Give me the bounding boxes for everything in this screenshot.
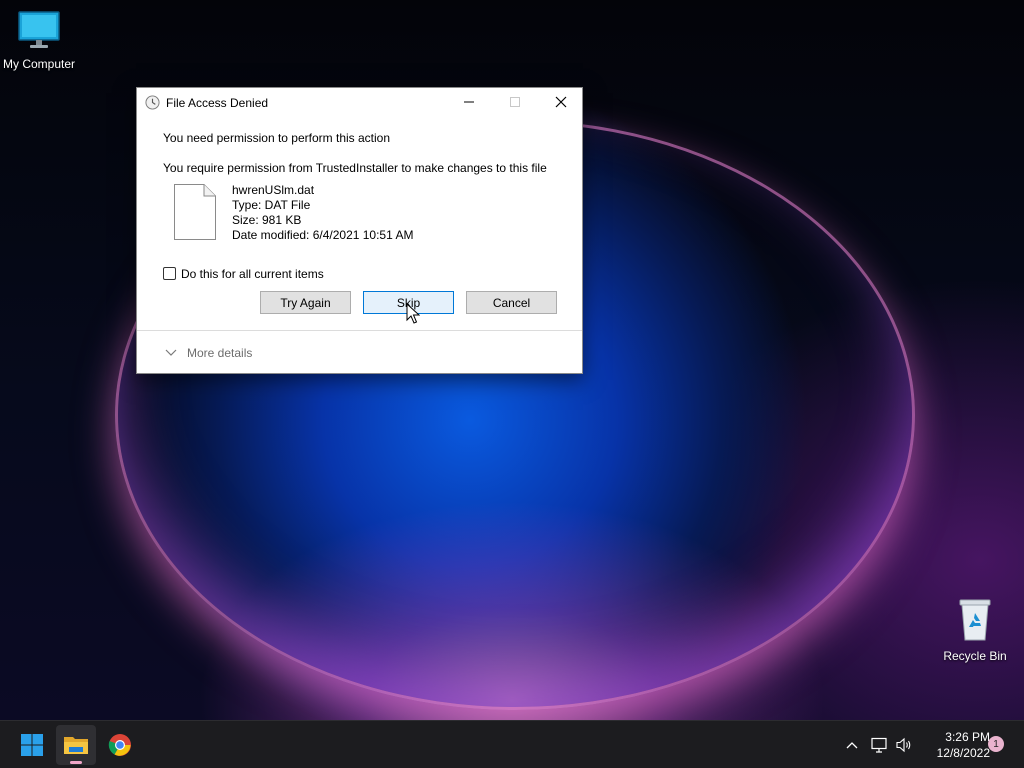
clock-icon: [145, 95, 160, 110]
file-size: Size: 981 KB: [232, 213, 302, 227]
file-name: hwrenUSlm.dat: [232, 183, 315, 197]
cancel-button[interactable]: Cancel: [466, 291, 557, 314]
show-hidden-icons-button[interactable]: [841, 721, 863, 768]
file-type: Type: DAT File: [232, 198, 311, 212]
minimize-icon: [464, 101, 474, 103]
chevron-up-icon: [846, 742, 858, 749]
try-again-button[interactable]: Try Again: [260, 291, 351, 314]
do-this-for-all-checkbox[interactable]: [163, 267, 176, 280]
network-icon: [871, 737, 887, 753]
maximize-icon: [510, 97, 520, 107]
mouse-cursor-icon: [406, 303, 420, 324]
network-button[interactable]: [868, 721, 890, 768]
dialog-separator: [137, 330, 582, 331]
file-explorer-icon: [64, 737, 88, 754]
monitor-icon: [18, 11, 60, 48]
dialog-message: You need permission to perform this acti…: [163, 131, 391, 145]
taskbar-app-chrome[interactable]: [100, 725, 140, 765]
clock-time: 3:26 PM: [945, 730, 990, 744]
more-details-toggle[interactable]: More details: [165, 346, 252, 360]
do-this-for-all-label[interactable]: Do this for all current items: [181, 267, 324, 281]
chevron-down-icon: [165, 349, 177, 356]
taskbar-app-file-explorer[interactable]: [56, 725, 96, 765]
file-date-modified: Date modified: 6/4/2021 10:51 AM: [232, 228, 414, 242]
dialog-title: File Access Denied: [166, 96, 269, 110]
close-icon: [555, 96, 567, 108]
minimize-button[interactable]: [446, 88, 492, 116]
active-app-indicator: [70, 761, 82, 764]
notification-badge[interactable]: 1: [988, 736, 1004, 752]
desktop-icon-my-computer[interactable]: My Computer: [0, 10, 79, 71]
clock-date: 12/8/2022: [936, 746, 990, 760]
close-button[interactable]: [538, 88, 584, 116]
file-icon: [174, 184, 216, 240]
taskbar-clock[interactable]: 3:26 PM 12/8/2022: [912, 729, 990, 761]
desktop-icon-recycle-bin[interactable]: Recycle Bin: [935, 598, 1015, 663]
start-button[interactable]: [12, 725, 52, 765]
taskbar: 3:26 PM 12/8/2022: [0, 720, 1024, 768]
chrome-icon: [108, 734, 131, 756]
desktop-icon-label: Recycle Bin: [943, 649, 1007, 663]
maximize-button: [492, 88, 538, 116]
desktop-icon-label: My Computer: [2, 57, 76, 71]
permission-text: You require permission from TrustedInsta…: [163, 161, 547, 175]
more-details-label: More details: [187, 346, 253, 360]
dialog-titlebar[interactable]: File Access Denied: [137, 88, 582, 118]
speaker-icon: [896, 737, 911, 753]
recycle-bin-icon: [959, 599, 991, 641]
file-access-denied-dialog: File Access Denied You need permission t…: [136, 87, 583, 374]
windows-start-icon: [21, 734, 43, 756]
